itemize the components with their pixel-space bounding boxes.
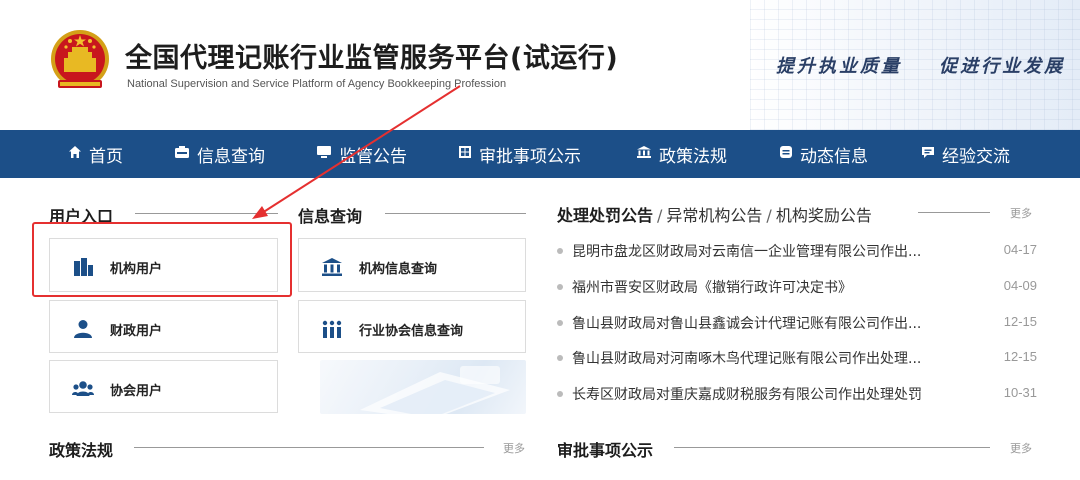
stats-icon xyxy=(322,320,342,338)
nav-item-exchange[interactable]: 经验交流 xyxy=(921,130,1010,178)
nav-label: 审批事项公示 xyxy=(479,146,581,167)
card-label: 协会用户 xyxy=(110,384,163,399)
national-emblem-icon xyxy=(51,30,109,88)
list-icon xyxy=(779,144,793,164)
card-label: 财政用户 xyxy=(110,324,163,339)
news-title[interactable]: 福州市晋安区财政局《撤销行政许可决定书》 xyxy=(572,277,852,297)
tab-reward-notice[interactable]: 机构奖励公告 xyxy=(776,206,872,225)
list-item[interactable]: 鲁山县财政局对河南啄木鸟代理记账有限公司作出处理... 12-15 xyxy=(557,348,1037,368)
highlight-box xyxy=(32,222,292,297)
nav-label: 动态信息 xyxy=(800,146,868,167)
nav-item-news[interactable]: 动态信息 xyxy=(779,130,868,178)
grid-icon xyxy=(458,144,472,164)
news-date: 10-31 xyxy=(1003,385,1037,400)
info-query-title: 信息查询 xyxy=(298,207,363,226)
section-divider xyxy=(674,447,990,448)
nav-item-home[interactable]: 首页 xyxy=(68,130,123,178)
news-date: 04-17 xyxy=(1003,242,1037,257)
section-divider xyxy=(918,212,990,213)
list-item[interactable]: 福州市晋安区财政局《撤销行政许可决定书》 04-09 xyxy=(557,277,1037,297)
nav-label: 经验交流 xyxy=(942,146,1010,167)
site-slogan: 提升执业质量 促进行业发展 xyxy=(776,56,1066,77)
list-item[interactable]: 长寿区财政局对重庆嘉成财税服务有限公司作出处理处罚 10-31 xyxy=(557,384,1037,404)
card-finance-user[interactable]: 财政用户 xyxy=(49,300,278,353)
nav-label: 信息查询 xyxy=(197,146,265,167)
section-divider xyxy=(134,447,484,448)
news-title[interactable]: 昆明市盘龙区财政局对云南信一企业管理有限公司作出... xyxy=(572,241,921,261)
site-header: 全国代理记账行业监管服务平台(试运行) National Supervision… xyxy=(0,0,1080,130)
card-label: 行业协会信息查询 xyxy=(359,324,464,339)
nav-label: 监管公告 xyxy=(339,146,407,167)
id-card-icon xyxy=(174,144,190,164)
section-divider xyxy=(385,213,526,214)
nav-item-policy[interactable]: 政策法规 xyxy=(636,130,727,178)
nav-item-info-query[interactable]: 信息查询 xyxy=(174,130,265,178)
news-title[interactable]: 鲁山县财政局对鲁山县鑫诚会计代理记账有限公司作出... xyxy=(572,313,921,333)
news-date: 12-15 xyxy=(1003,349,1037,364)
bullet-icon xyxy=(557,391,563,397)
bank-icon xyxy=(322,258,342,276)
nav-label: 首页 xyxy=(89,146,123,167)
bullet-icon xyxy=(557,284,563,290)
tab-separator: / xyxy=(766,206,772,225)
card-association-query[interactable]: 行业协会信息查询 xyxy=(298,300,526,353)
home-icon xyxy=(68,144,82,164)
nav-item-approval[interactable]: 审批事项公示 xyxy=(458,130,581,178)
card-association-user[interactable]: 协会用户 xyxy=(49,360,278,413)
news-title[interactable]: 长寿区财政局对重庆嘉成财税服务有限公司作出处理处罚 xyxy=(572,384,922,404)
site-subtitle: National Supervision and Service Platfor… xyxy=(127,78,507,90)
bullet-icon xyxy=(557,248,563,254)
decorative-banner xyxy=(320,360,526,414)
tab-penalty-notice[interactable]: 处理处罚公告 xyxy=(557,206,653,225)
monitor-icon xyxy=(316,144,332,164)
policy-title: 政策法规 xyxy=(49,441,114,460)
section-divider xyxy=(135,213,278,214)
list-item[interactable]: 昆明市盘龙区财政局对云南信一企业管理有限公司作出... 04-17 xyxy=(557,241,1037,261)
main-nav: 首页 信息查询 监管公告 审批事项公示 政策法规 动态信息 经验交流 xyxy=(0,130,1080,178)
tab-abnormal-notice[interactable]: 异常机构公告 xyxy=(666,206,762,225)
nav-item-supervision-notice[interactable]: 监管公告 xyxy=(316,130,407,178)
group-icon xyxy=(72,381,94,396)
site-title: 全国代理记账行业监管服务平台(试运行) xyxy=(125,43,619,74)
card-label: 机构信息查询 xyxy=(359,262,438,277)
chat-icon xyxy=(921,144,935,164)
nav-label: 政策法规 xyxy=(659,146,727,167)
notice-tabs: 处理处罚公告 / 异常机构公告 / 机构奖励公告 xyxy=(557,202,872,226)
news-date: 12-15 xyxy=(1003,314,1037,329)
approval-title: 审批事项公示 xyxy=(557,441,654,460)
news-date: 04-09 xyxy=(1003,278,1037,293)
card-institution-query[interactable]: 机构信息查询 xyxy=(298,238,526,292)
notices-more-link[interactable]: 更多 xyxy=(1010,205,1032,221)
bullet-icon xyxy=(557,355,563,361)
user-icon xyxy=(74,320,92,338)
list-item[interactable]: 鲁山县财政局对鲁山县鑫诚会计代理记账有限公司作出... 12-15 xyxy=(557,313,1037,333)
approval-more-link[interactable]: 更多 xyxy=(1010,440,1032,456)
bullet-icon xyxy=(557,320,563,326)
bank-icon xyxy=(636,144,652,164)
tab-separator: / xyxy=(657,206,663,225)
news-title[interactable]: 鲁山县财政局对河南啄木鸟代理记账有限公司作出处理... xyxy=(572,348,921,368)
policy-more-link[interactable]: 更多 xyxy=(503,440,525,456)
